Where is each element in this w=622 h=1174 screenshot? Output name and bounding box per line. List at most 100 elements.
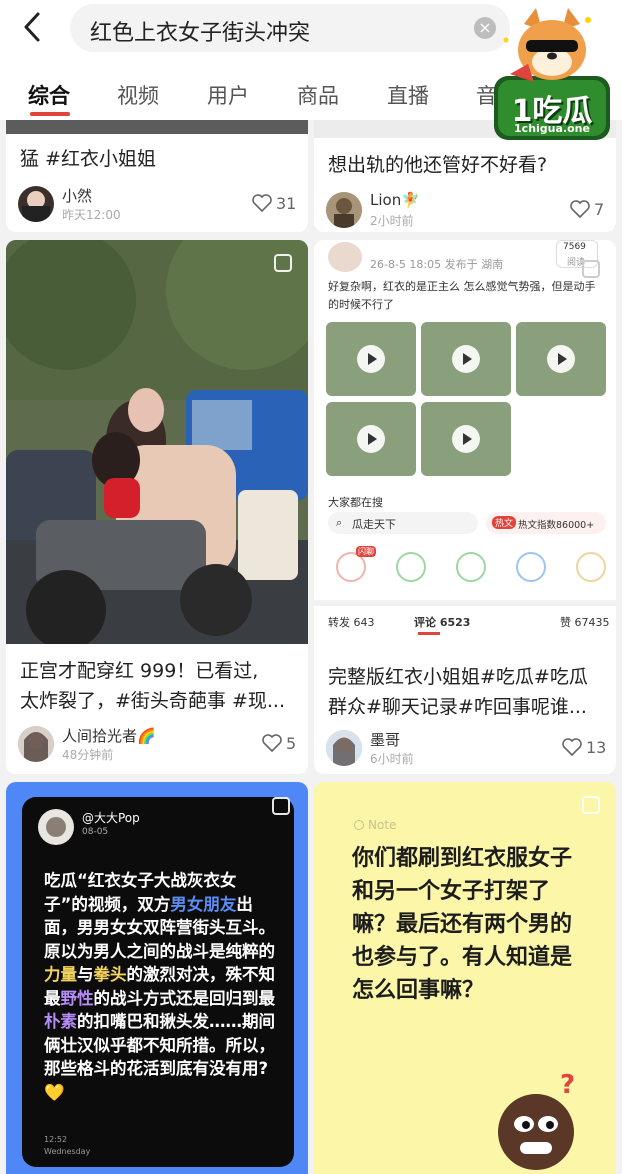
heart-icon	[570, 200, 590, 219]
select-checkbox[interactable]	[272, 797, 290, 815]
chevron-left-icon	[24, 12, 40, 42]
tab-products[interactable]: 商品	[297, 80, 339, 110]
post-title: 想出轨的他还管好不好看?	[328, 154, 548, 176]
like-count: 7	[594, 200, 605, 219]
note-footer-day: Wednesday	[44, 1147, 91, 1156]
author-name: 人间拾光者🌈	[62, 727, 156, 745]
post-title-line1: 正宫才配穿红 999！已看过,	[20, 660, 259, 682]
note-icon	[354, 820, 364, 830]
video-thumbnail[interactable]	[326, 322, 416, 396]
qq-icon[interactable]	[516, 552, 546, 582]
post-meta: 26-8-5 18:05 发布于 湖南	[370, 258, 504, 271]
like-button[interactable]: 7	[570, 200, 604, 219]
post-time: 昨天12:00	[62, 208, 121, 222]
author-name: Lion🧚	[370, 191, 420, 209]
tab-comprehensive[interactable]: 综合	[28, 80, 70, 110]
select-checkbox[interactable]	[582, 796, 600, 814]
back-button[interactable]	[18, 10, 48, 44]
heart-emoji-icon: 💛	[44, 1082, 65, 1102]
note-text: 的战斗方式还是回归到最	[93, 988, 276, 1008]
video-thumbnail[interactable]	[421, 402, 511, 476]
note-text: 与	[77, 965, 94, 984]
note-highlight: 力量	[44, 965, 77, 984]
author-name: 小然	[62, 187, 93, 205]
hot-search-label: 大家都在搜	[328, 496, 383, 509]
post-card[interactable]: Note 你们都刷到红衣服女子和另一个女子打架了嘛？最后还有两个男的也参与了。有…	[314, 782, 616, 1174]
hot-tag: 热文	[492, 516, 517, 529]
video-thumbnail[interactable]	[326, 402, 416, 476]
active-tab-indicator	[30, 112, 70, 116]
search-icon: ⌕	[336, 516, 343, 529]
note-date: 08-05	[82, 827, 109, 837]
logo-url: 1chigua.one	[514, 122, 590, 135]
divider	[314, 600, 616, 606]
play-icon	[357, 345, 385, 373]
tab-users[interactable]: 用户	[207, 80, 249, 110]
post-time: 6小时前	[370, 752, 414, 766]
wechat-icon[interactable]	[396, 552, 426, 582]
avatar	[326, 192, 362, 228]
heart-icon	[252, 194, 272, 213]
avatar	[38, 809, 74, 845]
repost-count[interactable]: 转发 643	[328, 614, 375, 630]
note-highlight: 野性	[60, 988, 94, 1008]
play-icon	[452, 345, 480, 373]
video-thumbnail[interactable]	[421, 322, 511, 396]
post-card[interactable]: 正宫才配穿红 999！已看过, 太炸裂了，#街头奇葩事 #现... 人间拾光者🌈…	[6, 240, 308, 774]
comment-count[interactable]: 评论 6523	[414, 614, 470, 630]
tab-live[interactable]: 直播	[387, 80, 429, 110]
like-button[interactable]: 31	[252, 194, 296, 213]
note-highlight: 朴素	[44, 1012, 77, 1031]
post-text: 好复杂啊，红衣的是正主么 怎么感觉气势强，但是动手的时候不行了	[328, 280, 596, 311]
note-body: 吃瓜“红衣女子大战灰衣女子”的视频，双方男女朋友出面，男男女女双阵营街头互斗。原…	[44, 869, 280, 1104]
moments-icon[interactable]	[456, 552, 486, 582]
select-checkbox[interactable]	[582, 260, 600, 278]
hot-index: 热文指数86000+	[518, 520, 595, 531]
note-label: Note	[368, 818, 397, 832]
tab-video[interactable]: 视频	[117, 80, 159, 110]
hot-badge: 闪聊	[356, 546, 376, 557]
confused-emoji-icon: ?	[490, 1070, 582, 1172]
post-card[interactable]: 猛 #红衣小姐姐 小然 昨天12:00 31	[6, 120, 308, 232]
search-query[interactable]: 红色上衣女子街头冲突	[90, 15, 310, 47]
post-title-line2: 群众#聊天记录#咋回事呢谁...	[328, 696, 587, 718]
avatar	[18, 726, 54, 762]
post-title-line1: 完整版红衣小姐姐#吃瓜#吃瓜	[328, 666, 588, 688]
video-thumbnail[interactable]	[516, 322, 606, 396]
note-handle: @大大Pop	[82, 811, 140, 825]
post-title-line2: 太炸裂了，#街头奇葩事 #现...	[20, 690, 285, 712]
note-highlight: 男女朋友	[170, 894, 237, 914]
post-image	[6, 240, 308, 644]
post-time: 2小时前	[370, 214, 414, 228]
post-time: 48分钟前	[62, 748, 114, 762]
note-body: 你们都刷到红衣服女子和另一个女子打架了嘛？最后还有两个男的也参与了。有人知道是怎…	[352, 846, 573, 1003]
praise-count[interactable]: 赞 67435	[560, 614, 610, 630]
like-count: 5	[286, 734, 297, 753]
avatar	[328, 242, 362, 272]
author-name: 墨哥	[370, 731, 401, 749]
hot-index-chip[interactable]: 热文 热文指数86000+	[486, 512, 606, 534]
note-highlight: 拳头	[93, 965, 127, 984]
question-mark-icon: ?	[560, 1070, 576, 1100]
like-count: 13	[586, 738, 607, 757]
comment-underline	[418, 632, 440, 635]
like-button[interactable]: 13	[562, 738, 606, 757]
post-image: 26-8-5 18:05 发布于 湖南 7569 阅读 好复杂啊，红衣的是正主么…	[314, 240, 616, 644]
hot-search-query: 瓜走天下	[352, 518, 396, 531]
hot-search-chip[interactable]: ⌕ 瓜走天下	[328, 512, 478, 534]
heart-icon	[562, 738, 582, 757]
heart-icon	[262, 734, 282, 753]
share-icon[interactable]	[576, 552, 606, 582]
avatar	[18, 186, 54, 222]
play-icon	[357, 425, 385, 453]
post-card[interactable]: 26-8-5 18:05 发布于 湖南 7569 阅读 好复杂啊，红衣的是正主么…	[314, 240, 616, 774]
play-icon	[452, 425, 480, 453]
view-count: 7569	[563, 242, 586, 252]
avatar	[326, 730, 362, 766]
like-count: 31	[276, 194, 297, 213]
select-checkbox[interactable]	[274, 254, 292, 272]
search-input[interactable]: 红色上衣女子街头冲突 ×	[70, 4, 510, 52]
note-footer-time: 12:52	[44, 1135, 68, 1144]
brand-logo: 1吃瓜 1chigua.one	[488, 4, 616, 142]
like-button[interactable]: 5	[262, 734, 296, 753]
